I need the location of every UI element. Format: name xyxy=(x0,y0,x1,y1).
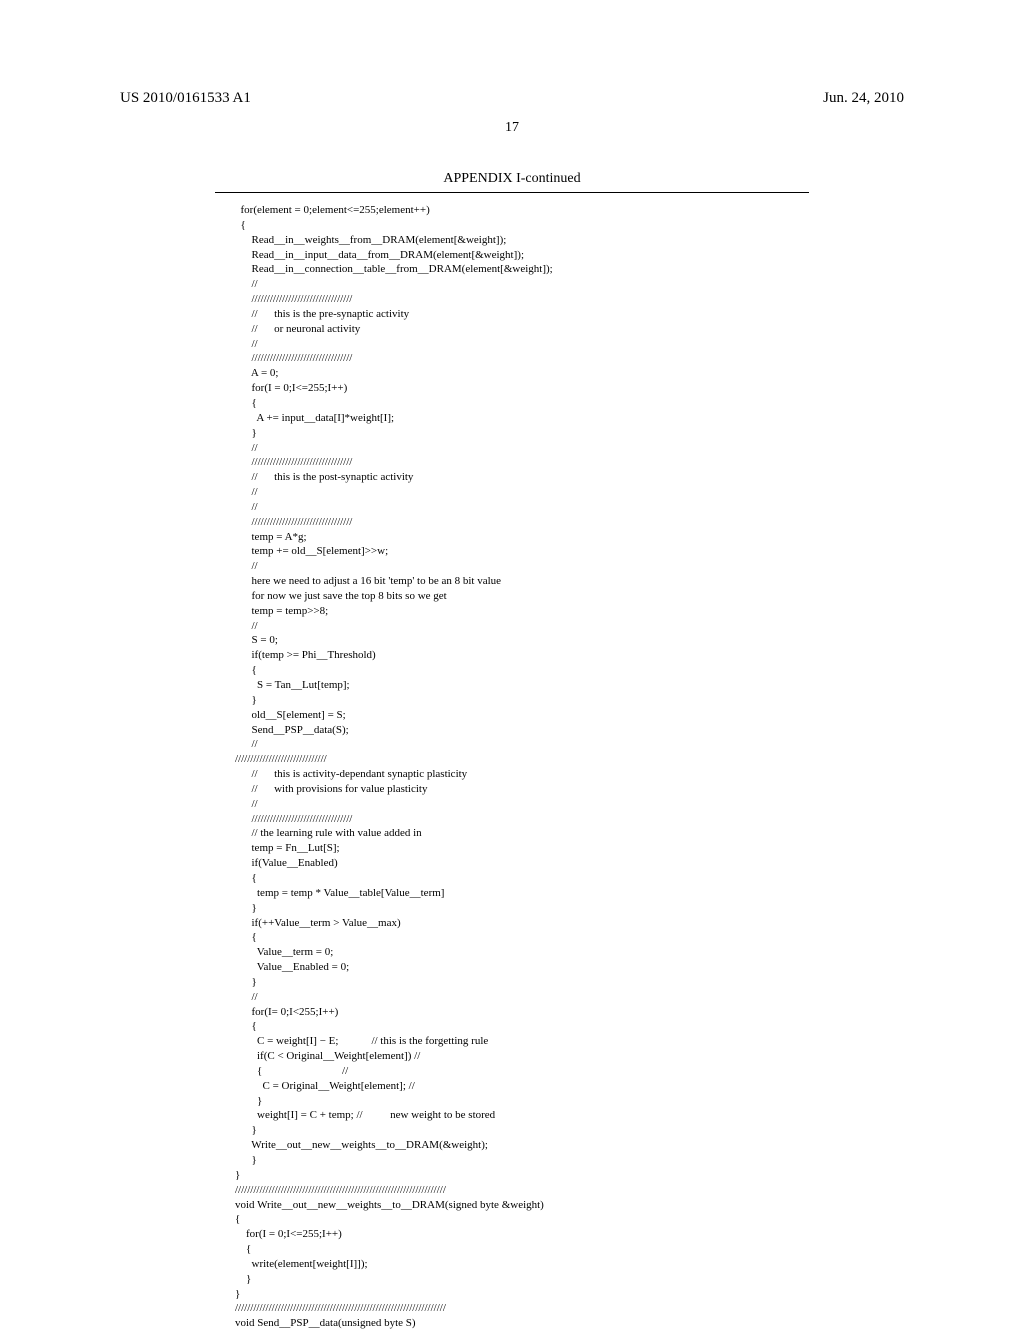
divider-line xyxy=(215,192,809,193)
publication-number: US 2010/0161533 A1 xyxy=(120,90,251,107)
patent-page: US 2010/0161533 A1 Jun. 24, 2010 17 APPE… xyxy=(0,0,1024,1320)
code-listing: for(element = 0;element<=255;element++) … xyxy=(235,203,924,1331)
publication-date: Jun. 24, 2010 xyxy=(823,90,904,107)
appendix-title: APPENDIX I-continued xyxy=(100,171,924,187)
page-number: 17 xyxy=(100,120,924,136)
